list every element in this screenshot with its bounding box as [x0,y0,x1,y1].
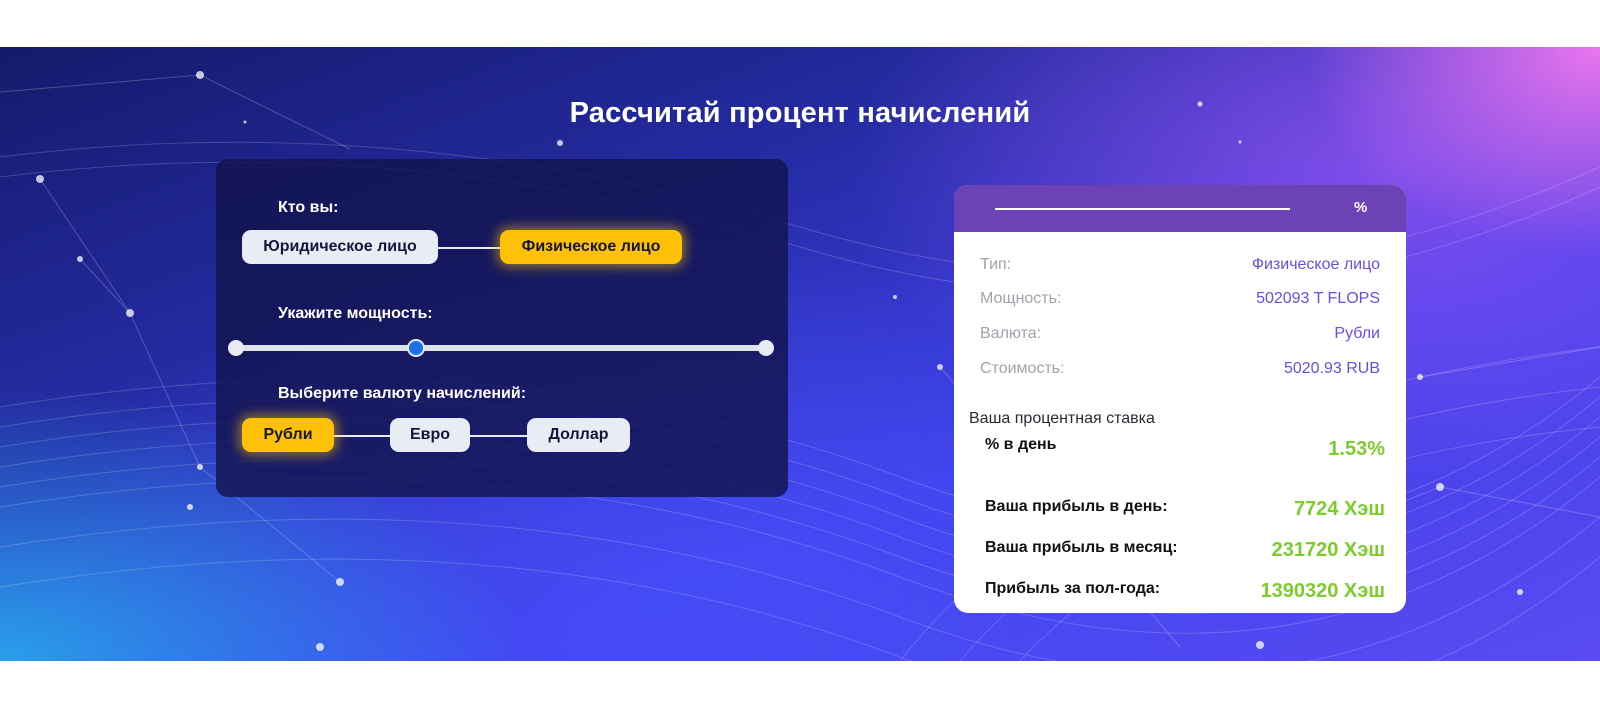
profit-half-year-row: Прибыль за пол-года: 1390320 Хэш [985,580,1385,608]
profit-day-value: 7724 Хэш [1293,498,1385,520]
entity-legal-button[interactable]: Юридическое лицо [242,230,438,264]
percent-symbol: % [1354,199,1368,216]
currency-label: Выберите валюту начислений: [278,385,527,402]
info-key: Мощность: [980,290,1062,307]
profit-half-year-label: Прибыль за пол-года: [985,580,1161,597]
info-row-currency: Валюта: Рубли [980,325,1380,349]
daily-rate-label: % в день [985,436,1057,453]
currency-rub-button[interactable]: Рубли [242,418,334,452]
info-row-power: Мощность: 502093 T FLOPS [980,290,1380,314]
entity-type-label: Кто вы: [278,199,339,216]
daily-rate-value: 1.53% [1328,438,1385,460]
entity-connector [438,247,500,249]
profit-month-value: 231720 Хэш [1271,539,1385,561]
power-slider-thumb[interactable] [407,339,426,357]
info-value: 502093 T FLOPS [1256,290,1380,307]
info-row-type: Тип: Физическое лицо [980,256,1380,280]
info-key: Валюта: [980,325,1042,342]
hero-section: Рассчитай процент начислений Кто вы: Юри… [0,47,1600,661]
power-slider-min-handle [228,340,244,356]
page-title: Рассчитай процент начислений [569,97,1031,129]
currency-eur-button[interactable]: Евро [390,418,470,452]
power-slider-track[interactable] [236,345,766,351]
profit-day-label: Ваша прибыль в день: [985,498,1168,515]
power-slider-max-handle [758,340,774,356]
profit-half-year-value: 1390320 Хэш [1260,580,1385,602]
info-value: Физическое лицо [1251,256,1380,273]
power-label: Укажите мощность: [278,305,433,322]
profit-month-label: Ваша прибыль в месяц: [985,539,1178,556]
result-card-header: % [954,185,1406,232]
info-key: Тип: [980,256,1012,273]
info-key: Стоимость: [980,360,1065,377]
header-divider [995,208,1290,210]
entity-individual-button[interactable]: Физическое лицо [500,230,682,264]
info-value: 5020.93 RUB [1283,360,1380,377]
info-row-cost: Стоимость: 5020.93 RUB [980,360,1380,384]
calculator-panel: Кто вы: Юридическое лицо Физическое лицо… [216,159,788,497]
profit-month-row: Ваша прибыль в месяц: 231720 Хэш [985,539,1385,567]
currency-usd-button[interactable]: Доллар [527,418,630,452]
rate-caption: Ваша процентная ставка [969,410,1155,427]
profit-day-row: Ваша прибыль в день: 7724 Хэш [985,498,1385,526]
result-card: % Тип: Физическое лицо Мощность: 502093 … [954,185,1406,613]
daily-rate-row: % в день 1.53% [985,436,1385,464]
info-value: Рубли [1334,325,1380,342]
